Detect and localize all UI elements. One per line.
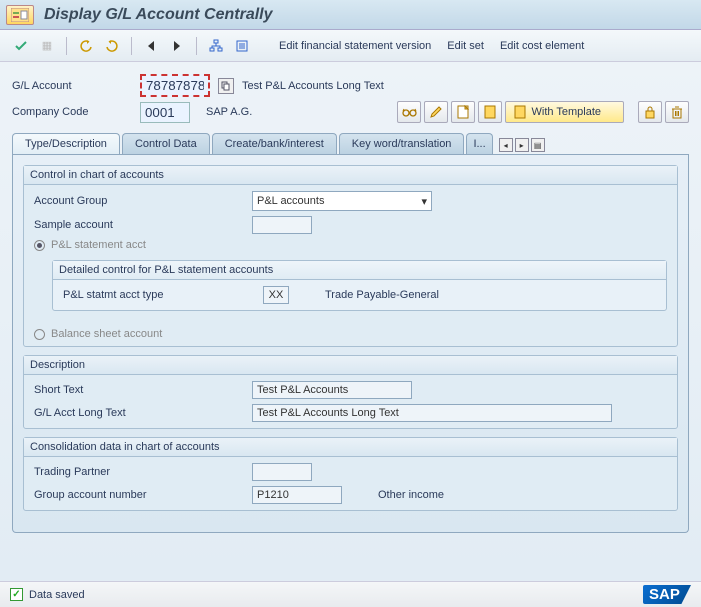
new-page-icon[interactable] — [451, 101, 475, 123]
document-icon[interactable]: ▦ — [36, 35, 58, 57]
pl-statement-radio[interactable]: P&L statement acct — [34, 239, 667, 251]
status-message: Data saved — [29, 589, 85, 601]
tab-scroll-left-icon[interactable]: ◂ — [499, 138, 513, 152]
gl-account-input[interactable] — [140, 74, 210, 97]
sample-account-label: Sample account — [34, 219, 244, 231]
company-code-label: Company Code — [12, 106, 132, 118]
with-template-label: With Template — [532, 106, 602, 118]
account-group-value: P&L accounts — [257, 195, 324, 207]
edit-fsv-link[interactable]: Edit financial statement version — [273, 37, 437, 55]
pl-radio-label: P&L statement acct — [51, 239, 146, 251]
success-check-icon: ✓ — [10, 588, 23, 601]
group-title: Consolidation data in chart of accounts — [24, 438, 677, 457]
tab-overflow[interactable]: I... — [466, 133, 492, 154]
next-icon[interactable] — [166, 35, 188, 57]
tab-scroll-right-icon[interactable]: ▸ — [515, 138, 529, 152]
group-account-desc: Other income — [378, 489, 444, 501]
group-control-chart: Control in chart of accounts Account Gro… — [23, 165, 678, 347]
trading-partner-label: Trading Partner — [34, 466, 244, 478]
long-text-input[interactable] — [252, 404, 612, 422]
hierarchy-icon[interactable] — [205, 35, 227, 57]
group-title: Control in chart of accounts — [24, 166, 677, 185]
prev-icon[interactable] — [140, 35, 162, 57]
group-account-label: Group account number — [34, 489, 244, 501]
sample-account-input[interactable] — [252, 216, 312, 234]
app-icon — [6, 5, 34, 25]
chevron-down-icon: ▾ — [421, 195, 427, 208]
tab-control-data[interactable]: Control Data — [122, 133, 210, 154]
copy-page-icon[interactable] — [478, 101, 502, 123]
group-consolidation: Consolidation data in chart of accounts … — [23, 437, 678, 511]
company-name: SAP A.G. — [206, 106, 252, 118]
group-account-input[interactable] — [252, 486, 342, 504]
with-template-button[interactable]: With Template — [505, 101, 625, 123]
pl-type-input[interactable] — [263, 286, 289, 304]
group-title: Description — [24, 356, 677, 375]
account-group-select[interactable]: P&L accounts ▾ — [252, 191, 432, 211]
gl-account-label: G/L Account — [12, 80, 132, 92]
trash-icon[interactable] — [665, 101, 689, 123]
tab-keyword-translation[interactable]: Key word/translation — [339, 133, 465, 154]
short-text-input[interactable] — [252, 381, 412, 399]
list-icon[interactable] — [231, 35, 253, 57]
account-group-label: Account Group — [34, 195, 244, 207]
long-text-label: G/L Acct Long Text — [34, 407, 244, 419]
edit-set-link[interactable]: Edit set — [441, 37, 490, 55]
glasses-icon[interactable] — [397, 101, 421, 123]
pl-type-desc: Trade Payable-General — [325, 289, 439, 301]
detail-pl-box: Detailed control for P&L statement accou… — [52, 260, 667, 311]
tab-type-description[interactable]: Type/Description — [12, 133, 120, 154]
tab-list-icon[interactable]: ▤ — [531, 138, 545, 152]
sap-logo: SAP — [643, 585, 691, 604]
check-icon[interactable] — [10, 35, 32, 57]
gl-lookup-icon[interactable] — [218, 78, 234, 94]
company-code-input[interactable] — [140, 102, 190, 123]
undo-icon[interactable] — [75, 35, 97, 57]
edit-cost-link[interactable]: Edit cost element — [494, 37, 590, 55]
balance-sheet-radio[interactable]: Balance sheet account — [34, 328, 667, 340]
group-description: Description Short Text G/L Acct Long Tex… — [23, 355, 678, 429]
short-text-label: Short Text — [34, 384, 244, 396]
template-page-icon — [514, 105, 526, 119]
page-title: Display G/L Account Centrally — [44, 6, 273, 24]
detail-pl-title: Detailed control for P&L statement accou… — [53, 261, 666, 280]
tab-create-bank-interest[interactable]: Create/bank/interest — [212, 133, 337, 154]
lock-icon[interactable] — [638, 101, 662, 123]
redo-icon[interactable] — [101, 35, 123, 57]
pl-type-label: P&L statmt acct type — [63, 289, 255, 301]
gl-long-text: Test P&L Accounts Long Text — [242, 80, 384, 92]
edit-pencil-icon[interactable] — [424, 101, 448, 123]
trading-partner-input[interactable] — [252, 463, 312, 481]
bs-radio-label: Balance sheet account — [51, 328, 162, 340]
